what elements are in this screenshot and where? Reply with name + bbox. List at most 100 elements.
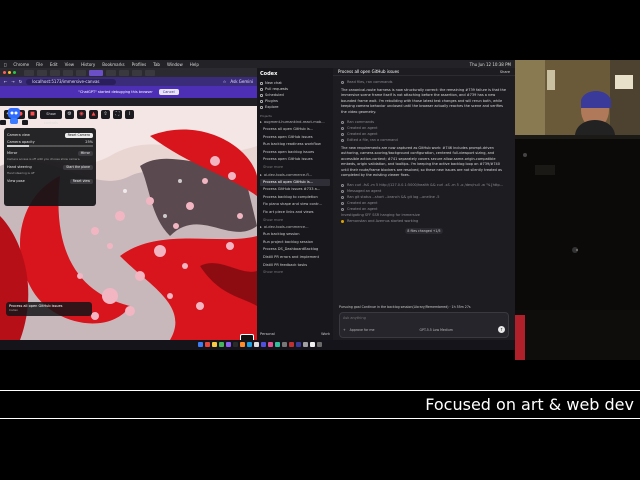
pin-icon[interactable]: ▲ [89,110,98,119]
add-attachment-icon[interactable]: + [343,328,346,332]
dock-app-icon[interactable] [261,341,266,347]
browser-tab[interactable] [132,69,142,76]
immersive-3d-canvas[interactable]: ← ● ■ Show controls ⚙ ◉ ▲ ⇧ ⛶ i Camera v… [0,106,257,340]
approval-mode-select[interactable]: Approve for me [350,328,375,332]
menu-profiles[interactable]: Profiles [132,62,147,67]
reload-icon[interactable]: ↻ [19,79,22,84]
settings-icon[interactable]: ⚙ [65,110,74,119]
thread-item[interactable]: Process open GitHub issues [260,134,330,142]
camera-icon[interactable]: ◉ [77,110,86,119]
composer-input[interactable]: Ask anything [343,316,505,326]
dock-app-icon[interactable] [219,341,224,347]
thread-item[interactable]: Process open backlog issues [260,149,330,157]
browser-tab[interactable] [37,69,47,76]
account-switcher[interactable]: Personal [260,332,275,336]
thread-item[interactable]: Distill PR feedback tasks [260,262,330,270]
menu-history[interactable]: History [81,62,95,67]
start-plane-button[interactable]: Start the plane [63,164,93,170]
back-icon[interactable]: ← [4,79,7,84]
dock-app-icon[interactable] [268,341,273,347]
share-icon[interactable]: ⇧ [101,110,110,119]
browser-tab[interactable] [76,69,86,76]
thread-item[interactable]: Process open GitHub issues [260,156,330,164]
project-group[interactable]: ▸ ai-dev-tools-commerce... [260,224,330,231]
minimize-window-icon[interactable] [8,71,11,74]
thread-item[interactable]: Distill PR errors and implement [260,254,330,262]
dock-app-icon[interactable] [233,341,238,347]
thread-item[interactable]: Run project backlog session [260,239,330,247]
agent-status-card[interactable]: Process all open GitHub issues Codex [6,302,92,316]
menu-chrome[interactable]: Chrome [13,62,29,67]
reset-view-button[interactable]: Reset view [69,178,93,184]
files-changed-pill[interactable]: 8 files changed +1/5 [405,228,443,235]
thread-item[interactable]: Run backlog session [260,231,330,239]
url-field[interactable]: localhost:5173/immersive-canvas [26,78,117,85]
menu-file[interactable]: File [36,62,43,67]
mirror-button[interactable]: Mirror [77,150,93,156]
browser-tab-active[interactable] [89,69,103,76]
gemini-button[interactable]: Ask Gemini [230,79,253,84]
star-icon[interactable]: ☆ [223,79,227,84]
thread-item[interactable]: Run backlog readiness workflow [260,141,330,149]
dock-app-icon[interactable] [254,341,259,347]
dock-app-icon[interactable] [310,341,315,347]
maximize-window-icon[interactable] [13,71,16,74]
menu-edit[interactable]: Edit [50,62,58,67]
dock-app-icon[interactable] [247,341,252,347]
menu-bookmarks[interactable]: Bookmarks [102,62,124,67]
info-icon[interactable]: i [125,110,134,119]
project-group[interactable]: ▸ ai-dev-tools-commerce-fl... [260,172,330,179]
workspace-button[interactable]: Work [321,332,330,336]
menubar-clock: Thu Jun 12 10:38 PM [469,61,511,67]
show-more-link[interactable]: Show more [260,269,330,277]
thread-item[interactable]: Process DS_DashboardBacklog [260,246,330,254]
menu-view[interactable]: View [65,62,75,67]
robot-icon[interactable] [0,106,28,126]
dock-app-icon[interactable] [289,341,294,347]
dock-app-icon[interactable] [296,341,301,347]
thread-item[interactable]: Fix piano shape and view contr... [260,201,330,209]
model-select[interactable]: GPT-5.5 Low Medium [420,328,453,332]
dock-app-icon[interactable] [212,341,217,347]
dock-app-icon[interactable] [226,341,231,347]
menu-tab[interactable]: Tab [153,62,160,67]
thread-item[interactable]: Fix art piece links and views [260,209,330,217]
menu-help[interactable]: Help [190,62,199,67]
browser-tab[interactable] [145,69,155,76]
fullscreen-icon[interactable]: ⛶ [113,110,122,119]
browser-tab[interactable] [24,69,34,76]
project-group[interactable]: ▸ augment-humankind-react-mob... [260,119,330,126]
menu-window[interactable]: Window [167,62,183,67]
forward-icon[interactable]: → [11,79,14,84]
trash-icon[interactable] [317,341,322,347]
show-more-link[interactable]: Show more [260,217,330,225]
show-controls-button[interactable]: Show controls [40,110,62,125]
dock-app-icon[interactable] [198,341,203,347]
share-button[interactable]: Share [500,68,510,75]
close-window-icon[interactable] [3,71,6,74]
reset-camera-button[interactable]: Reset Camera [64,132,93,138]
dock-app-icon[interactable] [205,341,210,347]
dock-app-icon[interactable] [282,341,287,347]
activity-line[interactable]: Read files, ran commands [341,79,507,85]
browser-tab[interactable] [63,69,73,76]
dock-app-icon[interactable] [303,341,308,347]
send-button[interactable]: ↑ [498,326,505,333]
thread-item-active[interactable]: Process all open GitHub is... [260,178,330,187]
dock-app-icon[interactable] [240,341,245,347]
browser-tab[interactable] [119,69,129,76]
thread-item[interactable]: Process all open GitHub is... [260,126,330,134]
project-name: ai-dev-tools-commerce-fl... [263,172,313,177]
apple-icon[interactable]:  [4,62,6,67]
thread-item[interactable]: Process GitHub issues #733 a... [260,186,330,194]
activity-line[interactable]: Edited a file, ran a command [341,137,507,143]
cancel-debugging-button[interactable]: Cancel [158,89,179,95]
thread-item[interactable]: Process backlog to completion [260,194,330,202]
stop-icon[interactable]: ■ [28,110,37,119]
browser-tab[interactable] [106,69,116,76]
browser-tab[interactable] [50,69,60,76]
show-more-link[interactable]: Show more [260,164,330,172]
nav-explore[interactable]: Explore [260,104,330,110]
opacity-slider[interactable] [7,145,93,147]
dock-app-icon[interactable] [275,341,280,347]
